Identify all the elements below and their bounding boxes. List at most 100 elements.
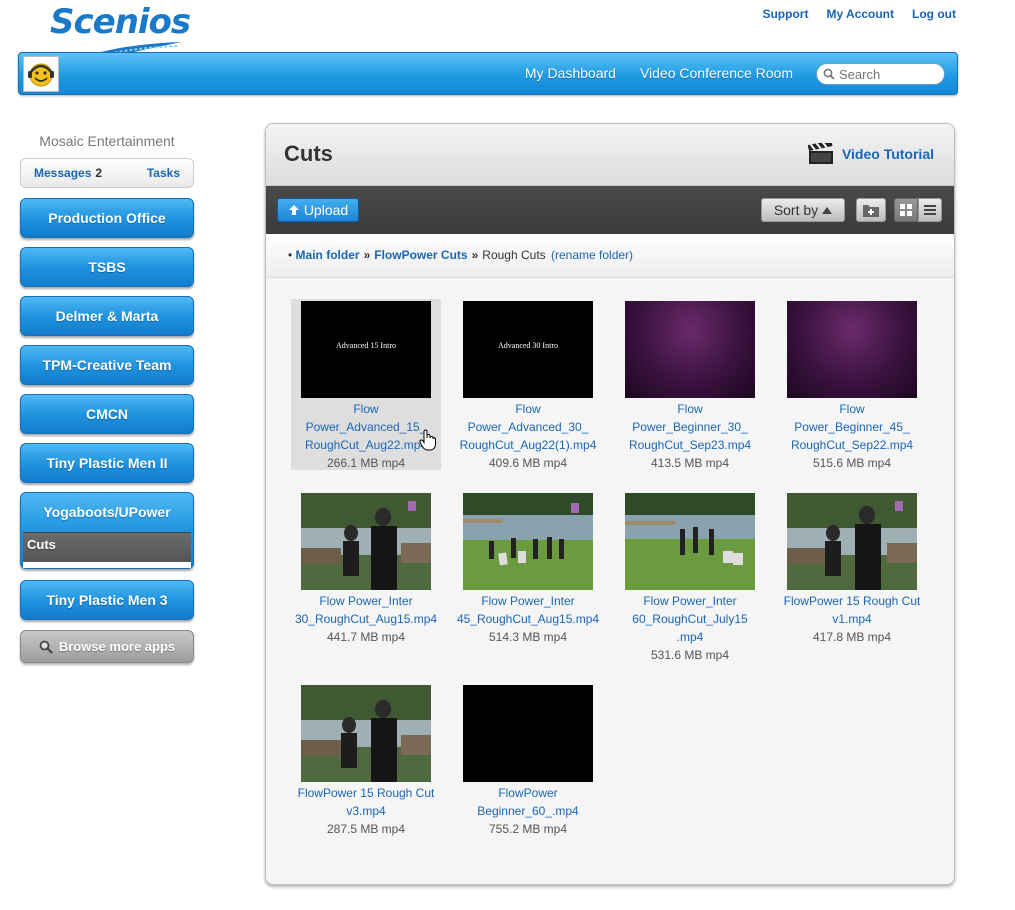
clapperboard-icon	[807, 143, 833, 164]
file-name[interactable]: Flow Power_Advanced_30_ RoughCut_Aug22(1).…	[453, 400, 603, 454]
sidebar-item-tsbs[interactable]: TSBS	[20, 247, 194, 287]
page-title: Cuts	[284, 141, 333, 166]
video-tutorial-link[interactable]: Video Tutorial	[807, 143, 934, 165]
list-view-button[interactable]	[918, 198, 942, 222]
header-bar: My Dashboard Video Conference Room	[18, 52, 958, 95]
search-icon	[39, 640, 53, 654]
file-tile[interactable]: Flow Power_Inter 30_RoughCut_Aug15.mp4 44…	[291, 491, 441, 646]
sidebar-item-tiny-plastic-men-ii[interactable]: Tiny Plastic Men II	[20, 443, 194, 483]
support-link[interactable]: Support	[762, 7, 808, 21]
grid-view-icon	[900, 204, 912, 216]
new-folder-button[interactable]	[856, 198, 886, 222]
file-size: 755.2 MB mp4	[488, 822, 568, 836]
messages-tab[interactable]: Messages 2	[34, 166, 102, 180]
file-name[interactable]: Flow Power_Beginner_45_ RoughCut_Sep22.mp4	[777, 400, 927, 454]
my-account-link[interactable]: My Account	[826, 7, 894, 21]
file-size: 413.5 MB mp4	[650, 456, 730, 470]
video-thumbnail	[463, 493, 593, 590]
hand-cursor-icon	[419, 429, 436, 451]
messages-count-badge: 2	[95, 166, 103, 180]
breadcrumb-flowpower-cuts[interactable]: FlowPower Cuts	[374, 248, 467, 262]
file-size: 514.3 MB mp4	[488, 630, 568, 644]
grid-view-button[interactable]	[894, 198, 918, 222]
file-size: 417.8 MB mp4	[812, 630, 892, 644]
main-panel: Cuts Video Tutorial Upload Sort by • Mai…	[265, 123, 955, 885]
sort-by-label: Sort by	[773, 202, 819, 218]
file-size: 531.6 MB mp4	[650, 648, 730, 662]
list-view-icon	[924, 205, 936, 215]
panel-toolbar: Upload Sort by	[266, 186, 954, 234]
video-tutorial-label: Video Tutorial	[841, 146, 934, 162]
sidebar-item-production-office[interactable]: Production Office	[20, 198, 194, 238]
breadcrumb-current: Rough Cuts	[482, 248, 546, 262]
arrow-up-icon	[288, 205, 299, 215]
logo-text: Scenios	[50, 2, 191, 42]
sidebar-item-cmcn[interactable]: CMCN	[20, 394, 194, 434]
file-tile[interactable]: Advanced 30 Intro Flow Power_Advanced_30_…	[453, 299, 603, 472]
sidebar-item-tpm-creative-team[interactable]: TPM-Creative Team	[20, 345, 194, 385]
browse-more-apps-label: Browse more apps	[58, 639, 176, 654]
upload-button[interactable]: Upload	[277, 198, 359, 222]
video-thumbnail	[625, 493, 755, 590]
file-tile[interactable]: FlowPower Beginner_60_.mp4 755.2 MB mp4	[453, 683, 603, 838]
smiley-headset-icon	[28, 63, 54, 87]
triangle-up-icon	[822, 207, 833, 214]
search-input[interactable]	[839, 66, 934, 82]
file-name[interactable]: FlowPower 15 Rough Cut v1.mp4	[777, 592, 927, 628]
file-size: 266.1 MB mp4	[326, 456, 406, 470]
file-size: 409.6 MB mp4	[488, 456, 568, 470]
thumbnail-caption: Advanced 30 Intro	[498, 341, 558, 350]
search-box[interactable]	[816, 63, 945, 85]
browse-more-apps-button[interactable]: Browse more apps	[20, 630, 194, 663]
file-tile[interactable]: Flow Power_Beginner_30_ RoughCut_Sep23.mp4…	[615, 299, 765, 472]
sidebar-tabs: Messages 2 Tasks	[20, 158, 194, 188]
file-tile[interactable]: Advanced 15 Intro Flow Power_Advanced_15_…	[291, 299, 441, 470]
file-tile[interactable]: FlowPower 15 Rough Cut v3.mp4 287.5 MB mp…	[291, 683, 441, 838]
thumbnail-caption: Advanced 15 Intro	[336, 341, 396, 350]
file-name[interactable]: Flow Power_Inter 30_RoughCut_Aug15.mp4	[291, 592, 441, 628]
search-icon	[823, 68, 835, 80]
sort-by-button[interactable]: Sort by	[761, 198, 845, 222]
sidebar-subitem-cuts[interactable]: Cuts	[23, 532, 191, 562]
main-nav: My Dashboard Video Conference Room	[525, 65, 793, 81]
rename-folder-link[interactable]: (rename folder)	[551, 248, 633, 262]
video-thumbnail	[787, 301, 917, 398]
breadcrumb: • Main folder» FlowPower Cuts» Rough Cuts …	[266, 234, 954, 278]
user-avatar[interactable]	[23, 56, 59, 92]
file-size: 287.5 MB mp4	[326, 822, 406, 836]
sidebar-item-yogaboots-upower[interactable]: Yogaboots/UPower Cuts	[20, 492, 194, 569]
file-name[interactable]: Flow Power_Inter 45_RoughCut_Aug15.mp4	[453, 592, 603, 628]
panel-header: Cuts Video Tutorial	[266, 124, 954, 186]
file-name[interactable]: Flow Power_Beginner_30_ RoughCut_Sep23.mp4	[615, 400, 765, 454]
file-tile[interactable]: Flow Power_Beginner_45_ RoughCut_Sep22.mp4…	[777, 299, 927, 472]
nav-video-conference-room[interactable]: Video Conference Room	[640, 65, 793, 81]
upload-label: Upload	[303, 202, 349, 218]
submenu-footer	[23, 562, 191, 568]
file-tile[interactable]: Flow Power_Inter 45_RoughCut_Aug15.mp4 51…	[453, 491, 603, 646]
file-name[interactable]: FlowPower 15 Rough Cut v3.mp4	[291, 784, 441, 820]
video-thumbnail	[625, 301, 755, 398]
nav-my-dashboard[interactable]: My Dashboard	[525, 65, 616, 81]
top-links: Support My Account Log out	[762, 7, 956, 21]
video-thumbnail: Advanced 30 Intro	[463, 301, 593, 398]
log-out-link[interactable]: Log out	[912, 7, 956, 21]
file-size: 515.6 MB mp4	[812, 456, 892, 470]
file-size: 441.7 MB mp4	[326, 630, 406, 644]
sidebar-item-label: Yogaboots/UPower	[43, 504, 171, 520]
sidebar-item-tiny-plastic-men-3[interactable]: Tiny Plastic Men 3	[20, 580, 194, 620]
video-thumbnail	[301, 685, 431, 782]
messages-tab-label: Messages	[34, 166, 92, 180]
file-name[interactable]: FlowPower Beginner_60_.mp4	[453, 784, 603, 820]
breadcrumb-main-folder[interactable]: Main folder	[296, 248, 360, 262]
file-name[interactable]: Flow Power_Inter 60_RoughCut_July15 .mp4	[615, 592, 765, 646]
organization-name: Mosaic Entertainment	[39, 133, 175, 149]
file-tile[interactable]: Flow Power_Inter 60_RoughCut_July15 .mp4 5…	[615, 491, 765, 664]
sidebar-item-delmer-marta[interactable]: Delmer & Marta	[20, 296, 194, 336]
add-folder-icon	[863, 205, 879, 217]
video-thumbnail: Advanced 15 Intro	[301, 301, 431, 398]
file-tile[interactable]: FlowPower 15 Rough Cut v1.mp4 417.8 MB mp…	[777, 491, 927, 646]
video-thumbnail	[463, 685, 593, 782]
video-thumbnail	[787, 493, 917, 590]
tasks-tab[interactable]: Tasks	[147, 166, 180, 180]
video-thumbnail	[301, 493, 431, 590]
